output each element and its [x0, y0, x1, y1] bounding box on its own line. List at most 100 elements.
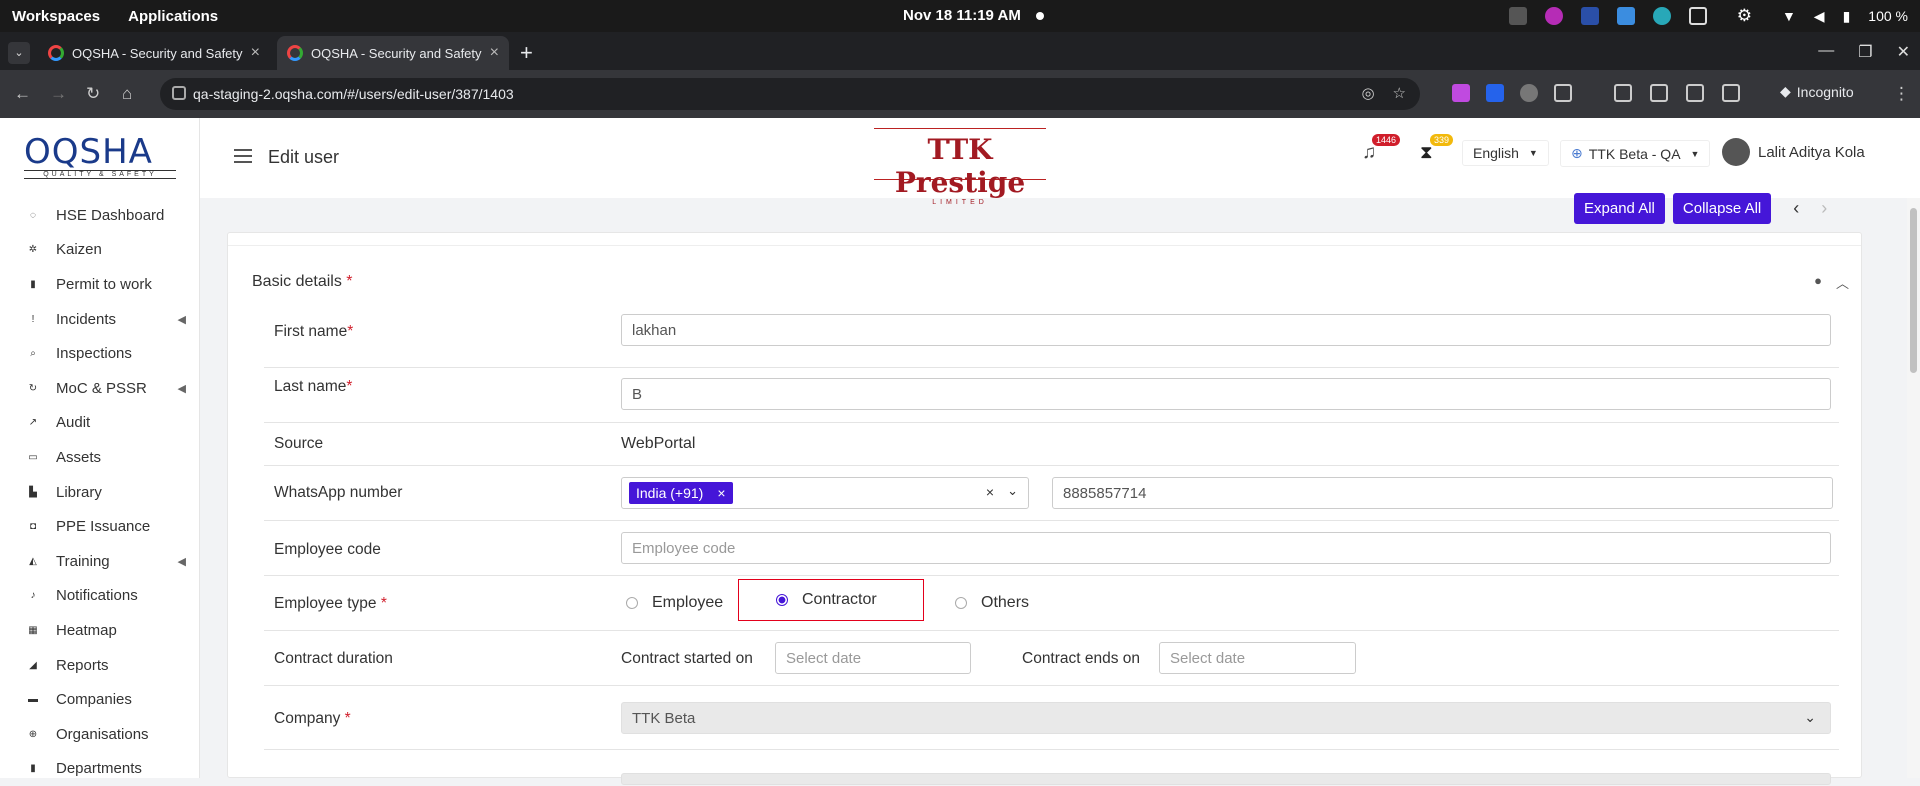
next-icon[interactable]: › [1821, 198, 1827, 219]
remove-chip-icon[interactable]: × [717, 485, 725, 501]
extension-pen-icon[interactable] [1452, 84, 1470, 102]
sidebar-item-assets[interactable]: ▭Assets [0, 440, 200, 475]
radio-contractor[interactable]: Contractor [738, 579, 924, 621]
collapse-all-button[interactable]: Collapse All [1673, 193, 1771, 224]
sidebar-item-organisations[interactable]: ⊕Organisations [0, 717, 200, 752]
extension-w-icon[interactable] [1520, 84, 1538, 102]
user-menu[interactable]: Lalit Aditya Kola [1722, 138, 1865, 166]
sidebar-item-moc-pssr[interactable]: ↻MoC & PSSR◀ [0, 371, 200, 406]
back-icon[interactable]: ← [14, 84, 31, 104]
browser-icon[interactable] [1617, 7, 1635, 25]
forward-icon[interactable]: → [50, 84, 67, 104]
country-code-select[interactable]: India (+91) × × ⌄ [621, 477, 1029, 509]
close-tab-icon[interactable]: × [490, 44, 499, 62]
sidebar-item-heatmap[interactable]: ▦Heatmap [0, 613, 200, 648]
basic-details-card: Basic details * ● ︿ First name* lakhan L… [227, 232, 1862, 778]
maximize-icon[interactable]: ❐ [1858, 42, 1872, 62]
whatsapp-number-input[interactable]: 8885857714 [1052, 477, 1833, 509]
company-select[interactable]: TTK Beta ⌄ [621, 702, 1831, 734]
sidebar-item-ppe-issuance[interactable]: ◘PPE Issuance [0, 509, 200, 544]
reload-icon[interactable]: ↻ [86, 84, 100, 104]
sidebar-item-audit[interactable]: ↗Audit [0, 406, 200, 441]
radio-circle-selected [776, 594, 788, 606]
globe-icon: ⊕ [1571, 145, 1583, 162]
notifications-button[interactable]: ♫ 1446 [1362, 142, 1376, 164]
app-icon[interactable] [1545, 7, 1563, 25]
sidebar-item-inspections[interactable]: ⌕Inspections [0, 336, 200, 371]
sidebar-item-permit-to-work[interactable]: ▮Permit to work [0, 267, 200, 302]
employee-code-input[interactable]: Employee code [621, 532, 1831, 564]
previous-icon[interactable]: ‹ [1793, 198, 1799, 219]
screenshot-icon[interactable] [1686, 84, 1704, 102]
radio-others[interactable]: Others [955, 594, 1029, 612]
contract-start-label: Contract started on [621, 650, 753, 668]
close-tab-icon[interactable]: × [251, 44, 260, 62]
contract-end-label: Contract ends on [1022, 650, 1140, 668]
minimize-icon[interactable]: — [1818, 42, 1834, 62]
chevron-down-icon[interactable]: ⌄ [1007, 483, 1018, 499]
last-name-input[interactable]: B [621, 378, 1831, 410]
incognito-indicator[interactable]: ◆ Incognito [1780, 83, 1854, 100]
first-name-row: First name* lakhan [264, 313, 1839, 368]
browser-tab-1[interactable]: OQSHA - Security and Safety × [38, 36, 270, 70]
last-name-row: Last name* B [264, 368, 1839, 423]
close-window-icon[interactable]: ✕ [1897, 42, 1910, 62]
scrollbar-thumb[interactable] [1910, 208, 1917, 373]
sidebar-item-notifications[interactable]: ♪Notifications [0, 579, 200, 614]
sidebar-item-kaizen[interactable]: ✲Kaizen [0, 233, 200, 268]
chevron-up-icon[interactable]: ︿ [1836, 273, 1849, 292]
screen-icon[interactable] [1509, 7, 1527, 25]
workspaces-menu[interactable]: Workspaces [12, 8, 100, 25]
contract-start-date-input[interactable]: Select date [775, 642, 971, 674]
home-icon[interactable]: ⌂ [122, 84, 132, 104]
browser-tab-2[interactable]: OQSHA - Security and Safety × [277, 36, 509, 70]
wifi-icon[interactable]: ▼ [1782, 8, 1796, 24]
first-name-input[interactable]: lakhan [621, 314, 1831, 346]
tenant-select[interactable]: ⊕ TTK Beta - QA ▼ [1560, 140, 1710, 167]
sidebar-item-reports[interactable]: ◢Reports [0, 648, 200, 683]
sidebar-item-departments[interactable]: ▮Departments [0, 752, 200, 786]
new-tab-icon[interactable]: + [520, 40, 533, 66]
reading-mode-icon[interactable] [1614, 84, 1632, 102]
pending-tasks-button[interactable]: ⧗ 339 [1420, 142, 1433, 163]
volume-icon[interactable]: ◀ [1814, 8, 1825, 25]
tab-search-icon[interactable]: ⌄ [8, 42, 30, 64]
next-field-partial[interactable] [621, 773, 1831, 785]
os-top-bar: Workspaces Applications Nov 18 11:19 AM … [0, 0, 1920, 32]
radio-employee[interactable]: Employee [626, 594, 723, 612]
site-info-icon[interactable] [172, 86, 186, 100]
url-input[interactable]: qa-staging-2.oqsha.com/#/users/edit-user… [160, 78, 1420, 110]
clear-icon[interactable]: × [986, 484, 994, 500]
settings-icon[interactable]: ⚙ [1737, 6, 1752, 26]
extension-fi-icon[interactable] [1486, 84, 1504, 102]
applications-menu[interactable]: Applications [128, 8, 218, 25]
cast-icon[interactable] [1650, 84, 1668, 102]
teams-icon[interactable] [1581, 7, 1599, 25]
section-title[interactable]: Basic details * [252, 273, 353, 291]
browser-menu-icon[interactable]: ⋮ [1893, 84, 1910, 104]
employee-code-label: Employee code [274, 541, 381, 559]
sidebar-item-training[interactable]: ◭Training◀ [0, 544, 200, 579]
clipboard-icon[interactable] [1689, 7, 1707, 25]
page-scrollbar[interactable] [1907, 198, 1920, 778]
sidebar-item-hse-dashboard[interactable]: ◌HSE Dashboard [0, 198, 200, 233]
contract-end-date-input[interactable]: Select date [1159, 642, 1356, 674]
bag-icon: ◘ [28, 521, 38, 532]
language-select[interactable]: English ▼ [1462, 140, 1549, 166]
sidebar-item-library[interactable]: ▙Library [0, 475, 200, 510]
oqsha-logo[interactable]: OQSHA QUALITY & SAFETY [24, 132, 176, 184]
area-chart-icon: ◢ [28, 660, 38, 671]
clock[interactable]: Nov 18 11:19 AM [903, 7, 1021, 24]
notification-count-badge: 1446 [1372, 134, 1400, 146]
sync-icon[interactable] [1653, 7, 1671, 25]
sidebar-item-incidents[interactable]: !Incidents◀ [0, 302, 200, 337]
bookmark-star-icon[interactable]: ☆ [1393, 84, 1406, 102]
extensions-puzzle-icon[interactable] [1554, 84, 1572, 102]
last-name-label: Last name* [274, 378, 352, 396]
sidebar-item-companies[interactable]: ▬Companies [0, 682, 200, 717]
translate-icon[interactable] [1722, 84, 1740, 102]
expand-all-button[interactable]: Expand All [1574, 193, 1665, 224]
battery-icon[interactable]: ▮ [1843, 8, 1851, 25]
eye-off-icon[interactable]: ◎ [1361, 84, 1374, 102]
hamburger-menu-icon[interactable] [234, 149, 252, 167]
